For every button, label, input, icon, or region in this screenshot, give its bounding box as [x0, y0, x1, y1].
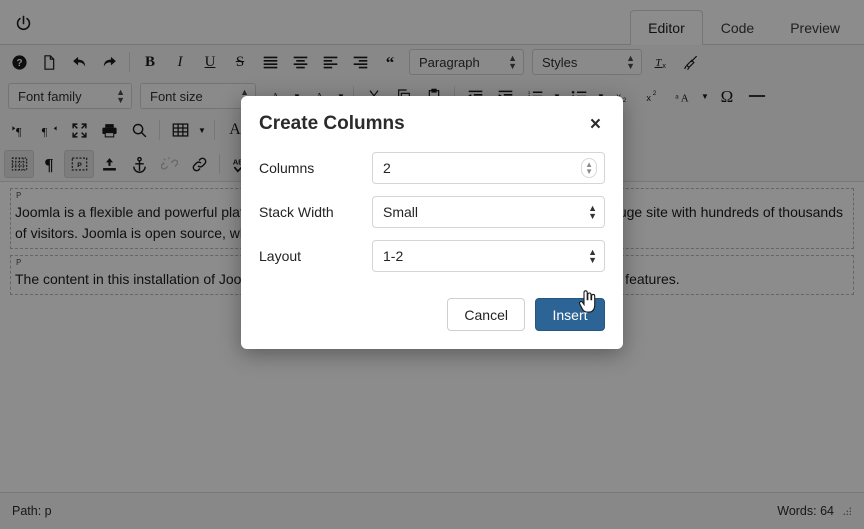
create-columns-dialog: Create Columns × Columns 2 ▲ ▼ Stack Widt…: [241, 96, 623, 349]
chevron-updown-icon: ▲▼: [588, 247, 597, 265]
dialog-header: Create Columns ×: [241, 96, 623, 148]
layout-label: Layout: [259, 248, 302, 264]
field-row-stack-width: Stack Width Small ▲ ▼: [259, 196, 605, 228]
stack-width-label: Stack Width: [259, 204, 334, 220]
field-row-columns: Columns 2 ▲ ▼: [259, 152, 605, 184]
dialog-body: Columns 2 ▲ ▼ Stack Width Small ▲ ▼ Layout…: [241, 148, 623, 292]
columns-number-input[interactable]: 2 ▲ ▼: [372, 152, 605, 184]
field-row-layout: Layout 1-2 ▲ ▼: [259, 240, 605, 272]
layout-select[interactable]: 1-2 ▲ ▼: [372, 240, 605, 272]
insert-button[interactable]: Insert: [535, 298, 605, 331]
number-spinner-icon[interactable]: ▲ ▼: [581, 158, 597, 178]
dialog-title: Create Columns: [259, 113, 405, 134]
close-icon[interactable]: ×: [586, 113, 605, 136]
cancel-button[interactable]: Cancel: [447, 298, 525, 331]
columns-label: Columns: [259, 160, 315, 176]
dialog-footer: Cancel Insert: [241, 292, 623, 349]
chevron-updown-icon: ▲▼: [588, 203, 597, 221]
stack-width-select[interactable]: Small ▲ ▼: [372, 196, 605, 228]
columns-value: 2: [383, 160, 391, 176]
layout-value: 1-2: [383, 248, 404, 264]
stack-width-value: Small: [383, 204, 419, 220]
